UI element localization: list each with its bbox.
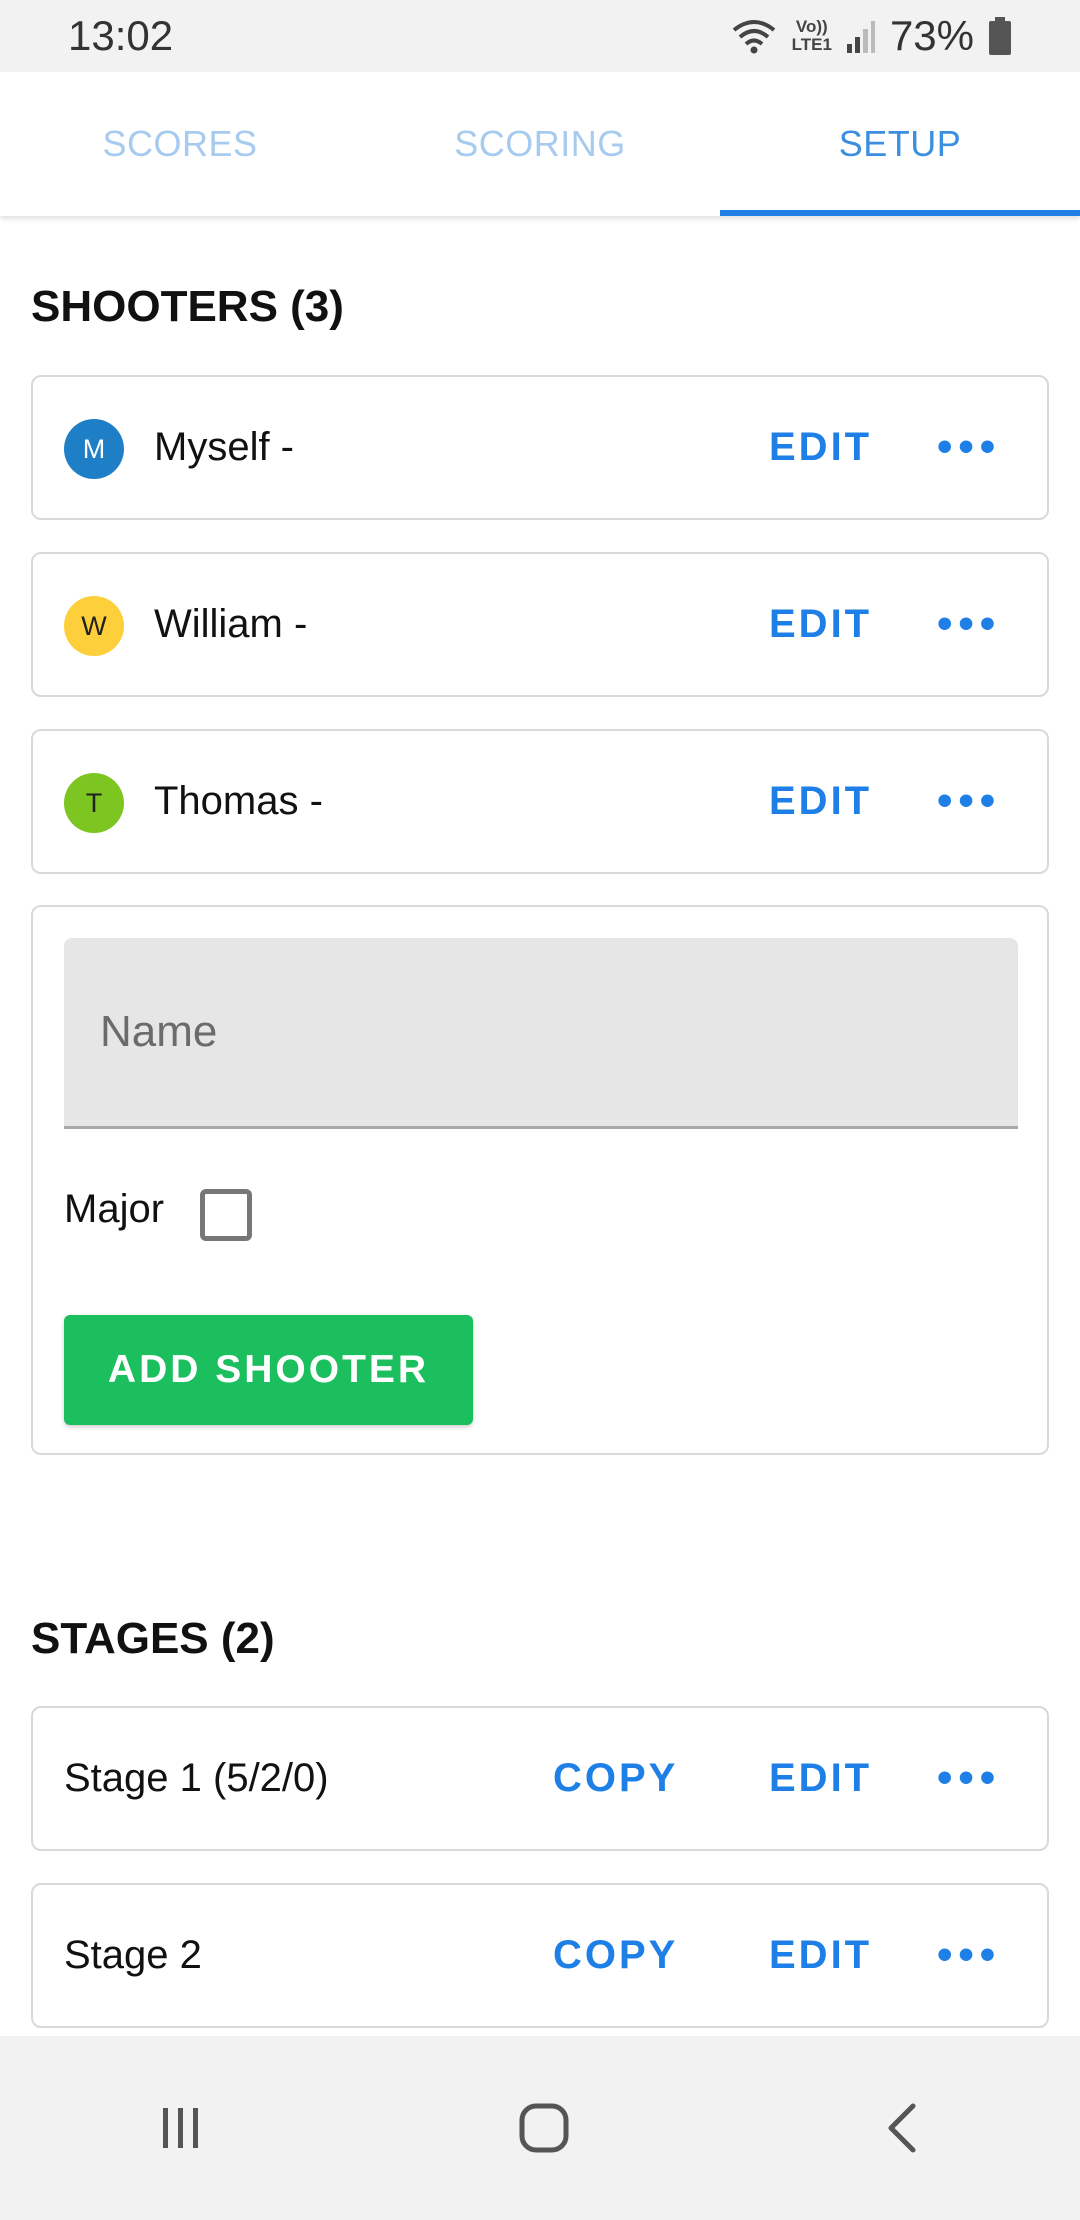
more-options-icon[interactable]: ••• — [937, 1708, 1001, 1848]
battery-icon — [988, 16, 1012, 56]
shooter-name: William - — [154, 602, 308, 646]
edit-shooter-button[interactable]: EDIT — [769, 731, 872, 871]
edit-shooter-button[interactable]: EDIT — [769, 377, 872, 517]
copy-stage-button[interactable]: COPY — [553, 1885, 678, 2025]
system-nav-bar — [0, 2036, 1080, 2220]
home-icon[interactable] — [518, 2102, 570, 2154]
add-shooter-button[interactable]: ADD SHOOTER — [64, 1315, 473, 1425]
shooter-name: Thomas - — [154, 779, 323, 823]
more-options-icon[interactable]: ••• — [937, 377, 1001, 517]
name-input[interactable]: Name — [64, 938, 1018, 1129]
avatar: T — [64, 773, 124, 833]
shooter-card: T Thomas - EDIT ••• — [31, 729, 1049, 874]
tab-scoring[interactable]: SCORING — [360, 72, 720, 216]
tab-scores[interactable]: SCORES — [0, 72, 360, 216]
major-checkbox[interactable] — [200, 1189, 252, 1241]
more-options-icon[interactable]: ••• — [937, 731, 1001, 871]
status-time: 13:02 — [68, 12, 174, 59]
battery-percent: 73% — [889, 12, 974, 59]
more-options-icon[interactable]: ••• — [937, 554, 1001, 694]
stage-name: Stage 2 — [64, 1933, 202, 1977]
tab-bar: SCORES SCORING SETUP — [0, 72, 1080, 216]
edit-shooter-button[interactable]: EDIT — [769, 554, 872, 694]
tab-setup[interactable]: SETUP — [720, 72, 1080, 216]
shooters-title: SHOOTERS (3) — [31, 282, 344, 331]
avatar: W — [64, 596, 124, 656]
signal-icon — [846, 18, 876, 54]
shooter-card: M Myself - EDIT ••• — [31, 375, 1049, 520]
more-options-icon[interactable]: ••• — [937, 1885, 1001, 2025]
avatar: M — [64, 419, 124, 479]
edit-stage-button[interactable]: EDIT — [769, 1708, 872, 1848]
network-type-label: Vo)) LTE1 — [791, 17, 832, 54]
wifi-icon — [730, 16, 778, 56]
status-bar: 13:02 Vo)) LTE1 73% — [0, 0, 1080, 72]
stages-title: STAGES (2) — [31, 1614, 275, 1663]
recent-apps-icon[interactable] — [157, 2104, 205, 2152]
stage-card: Stage 2 COPY EDIT ••• — [31, 1883, 1049, 2028]
edit-stage-button[interactable]: EDIT — [769, 1885, 872, 2025]
stage-name: Stage 1 (5/2/0) — [64, 1756, 329, 1800]
shooter-name: Myself - — [154, 425, 294, 469]
shooter-card: W William - EDIT ••• — [31, 552, 1049, 697]
back-icon[interactable] — [883, 2102, 923, 2154]
copy-stage-button[interactable]: COPY — [553, 1708, 678, 1848]
status-icons: Vo)) LTE1 73% — [730, 12, 1012, 60]
stage-card: Stage 1 (5/2/0) COPY EDIT ••• — [31, 1706, 1049, 1851]
add-shooter-form: Name Major ADD SHOOTER — [31, 905, 1049, 1455]
setup-content[interactable]: SHOOTERS (3) M Myself - EDIT ••• W Willi… — [0, 216, 1080, 2036]
major-label: Major — [64, 1187, 165, 1231]
